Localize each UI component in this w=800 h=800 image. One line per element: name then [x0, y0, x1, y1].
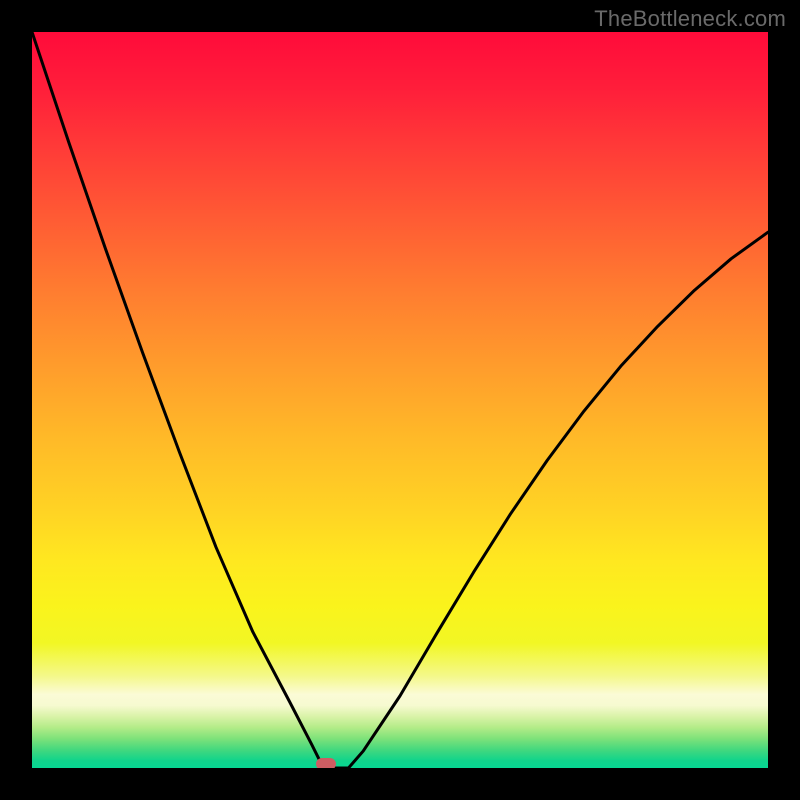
- outer-frame: TheBottleneck.com: [0, 0, 800, 800]
- plot-area: [32, 32, 768, 768]
- bottleneck-curve: [32, 32, 768, 768]
- watermark-text: TheBottleneck.com: [594, 6, 786, 32]
- minimum-marker: [316, 758, 336, 768]
- curve-path: [32, 32, 768, 768]
